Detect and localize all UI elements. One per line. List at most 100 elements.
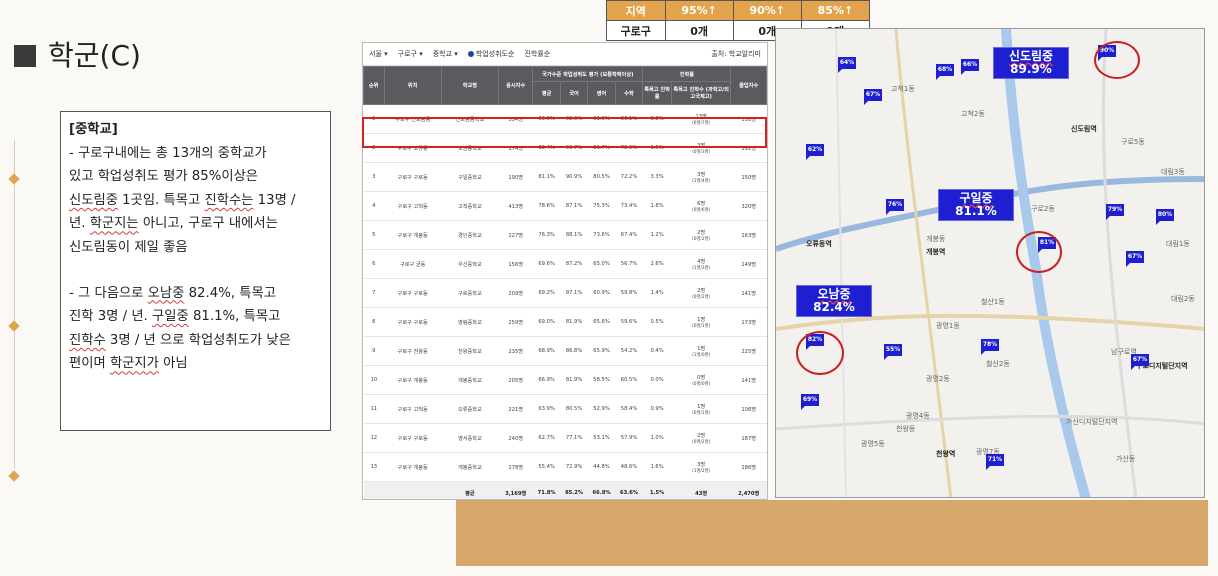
special-count-cell: 43명: [671, 481, 731, 499]
school-pin[interactable]: 66%: [961, 59, 979, 75]
table-cell: 190명: [498, 162, 533, 192]
summary-cell: 0개: [664, 20, 734, 41]
school-pin[interactable]: 55%: [884, 344, 902, 360]
table-row: 8 구로구 구로동 영림중학교 259명 69.0% 81.9% 65.6% 59.6% 0.5…: [363, 307, 767, 337]
table-cell: 163명: [730, 220, 767, 250]
school-pin[interactable]: 67%: [1131, 354, 1149, 370]
col-korean: 국어: [559, 81, 589, 105]
special-count-detail: (1명/3명): [692, 265, 711, 271]
col-special-rate: 특목고 진학률: [642, 81, 672, 105]
decorative-block: [456, 500, 1208, 566]
school-map[interactable]: 구로5동 구로2동 대림3동 오류동역 개봉동 고척1동 고척2동 천왕역 천왕…: [775, 28, 1205, 498]
note-text: 아님: [158, 356, 188, 372]
special-count-detail: (0명/0명): [692, 381, 711, 387]
school-pin[interactable]: 68%: [936, 64, 954, 80]
place-label: 천왕역: [936, 450, 956, 458]
table-cell: 69.2%: [532, 278, 561, 308]
diamond-bullet-icon: [8, 470, 20, 482]
table-cell: 5: [363, 220, 385, 250]
table-cell: 구로구 개봉동: [384, 220, 442, 250]
table-cell: 57.9%: [615, 423, 643, 453]
note-text: 년.: [69, 216, 90, 232]
school-pin[interactable]: 76%: [886, 199, 904, 215]
table-cell: 구로구 구로동: [384, 423, 442, 453]
school-pin[interactable]: 62%: [806, 144, 824, 160]
special-count-detail: (1명/4명): [692, 178, 711, 184]
table-row: 11 구로구 고척동 오류중학교 221명 63.9% 80.5% 52.9% 58.4% 0.…: [363, 394, 767, 424]
table-cell: 60.9%: [587, 278, 616, 308]
table-cell: 1.0%: [642, 423, 672, 453]
school-pin[interactable]: 78%: [981, 339, 999, 355]
school-pin[interactable]: 64%: [838, 57, 856, 73]
table-cell: 278명: [498, 452, 533, 482]
special-count-detail: (0명/6명): [692, 207, 711, 213]
table-row: 3 구로구 구로동 구일중학교 190명 81.1% 90.9% 80.5% 72.2% 3.3…: [363, 162, 767, 192]
school-pin[interactable]: 69%: [801, 394, 819, 410]
special-count-cell: 2명 (0명/2명): [671, 220, 731, 250]
table-cell: 80.5%: [587, 162, 616, 192]
level-select[interactable]: 중학교 ▾: [433, 49, 458, 59]
table-cell: 90.9%: [560, 162, 588, 192]
table-cell: 205명: [498, 365, 533, 395]
sort-advancement-radio[interactable]: 진학률순: [524, 49, 550, 59]
table-cell: 235명: [498, 336, 533, 366]
table-cell: 구로구 고척동: [384, 394, 442, 424]
district-select-value: 구로구: [397, 50, 417, 58]
table-cell: 1.6%: [642, 452, 672, 482]
table-cell: 186명: [730, 452, 767, 482]
note-text: - 그 다음으로: [69, 285, 148, 301]
table-cell: 구로구 구로동: [384, 162, 442, 192]
table-cell: 81.1%: [532, 162, 561, 192]
table-cell: 0.0%: [642, 365, 672, 395]
table-cell: 63.9%: [532, 394, 561, 424]
table-row: 9 구로구 천왕동 천왕중학교 235명 68.9% 86.8% 65.9% 54.2% 0.4…: [363, 336, 767, 366]
table-cell: 227명: [498, 220, 533, 250]
table-row: 5 구로구 개봉동 경인중학교 227명 76.3% 88.1% 73.6% 67.4% 1.2…: [363, 220, 767, 250]
place-label: 광명5동: [861, 440, 885, 448]
place-label: 천왕동: [896, 425, 916, 433]
school-pin[interactable]: 67%: [1126, 251, 1144, 267]
note-text: 82.4%, 특목고: [184, 285, 276, 301]
special-count: 1명: [697, 345, 706, 352]
table-cell: 73.6%: [587, 220, 616, 250]
table-cell: 209명: [498, 278, 533, 308]
sort-advancement-label: 진학률순: [524, 50, 551, 58]
filter-bar: 서울 ▾ 구로구 ▾ 중학교 ▾ 학업성취도순 진학률순 출처: 학교알리미: [363, 43, 767, 66]
special-count: 3명: [697, 171, 706, 178]
table-cell: 6: [363, 249, 385, 279]
special-count-cell: 0명 (0명/0명): [671, 365, 731, 395]
city-select[interactable]: 서울 ▾: [369, 49, 388, 59]
table-cell: 54.2%: [615, 336, 643, 366]
table-cell: 0.9%: [642, 394, 672, 424]
note-line: 편이며 학군지가 아님: [69, 352, 326, 376]
school-pin[interactable]: 80%: [1156, 209, 1174, 225]
note-text: 1곳임. 특목고: [117, 192, 205, 208]
note-line: - 그 다음으로 오남중 82.4%, 특목고: [69, 282, 326, 306]
special-count: 1명: [697, 403, 706, 410]
col-special-count: 특목고 진학수 (과학고/외고국제고): [670, 81, 732, 105]
table-cell: 76.3%: [532, 220, 561, 250]
place-label: 가산디지털단지역: [1066, 418, 1118, 426]
summary-header-row: 지역 95%↑ 90%↑ 85%↑: [606, 0, 871, 21]
place-label: 신도림역: [1071, 125, 1097, 133]
diamond-bullet-icon: [8, 320, 20, 332]
source-text: 출처: 학교알리미: [711, 50, 761, 58]
table-cell: [363, 481, 385, 499]
table-row: 4 구로구 고척동 고척중학교 413명 78.6% 87.1% 75.3% 73.4% 1.8…: [363, 191, 767, 221]
table-cell: 9: [363, 336, 385, 366]
sort-achievement-radio[interactable]: 학업성취도순: [467, 49, 514, 59]
school-pin[interactable]: 67%: [864, 89, 882, 105]
school-pin[interactable]: 79%: [1106, 204, 1124, 220]
table-cell: 구로구 개봉동: [384, 365, 442, 395]
table-row: 10 구로구 개봉동 개봉중학교 205명 66.9% 81.9% 58.5% 60.5% 0.…: [363, 365, 767, 395]
special-count-cell: 3명 (1명/4명): [671, 162, 731, 192]
school-pin[interactable]: 71%: [986, 454, 1004, 470]
table-cell: 0.4%: [642, 336, 672, 366]
table-cell: 3,169명: [498, 481, 533, 499]
level-select-value: 중학교: [432, 50, 453, 58]
table-cell: 경인중학교: [441, 220, 499, 250]
district-select[interactable]: 구로구 ▾: [398, 49, 423, 59]
summary-header-cell: 90%↑: [732, 0, 802, 21]
note-line: - 구로구내에는 총 13개의 중학교가: [69, 145, 267, 161]
table-cell: 72.9%: [560, 452, 588, 482]
